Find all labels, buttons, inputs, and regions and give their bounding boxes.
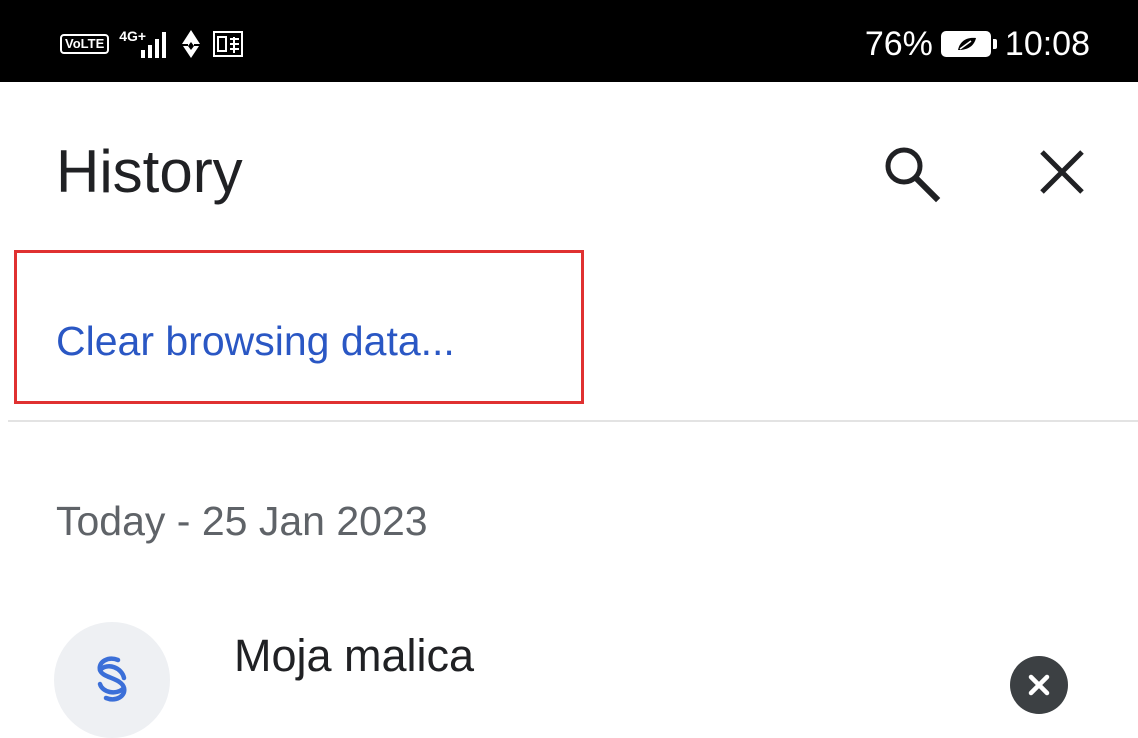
date-header: Today - 25 Jan 2023 [56, 498, 428, 544]
clock: 10:08 [1004, 24, 1090, 63]
history-item[interactable]: Moja malica [0, 600, 1138, 738]
remove-icon [1028, 674, 1050, 696]
status-left: VoLTE 4G+ [60, 24, 244, 64]
volte-icon: VoLTE [60, 34, 110, 54]
close-button[interactable] [1030, 140, 1094, 204]
remove-item-button[interactable] [1010, 656, 1068, 714]
site-favicon-icon [54, 622, 170, 738]
search-icon [885, 147, 941, 203]
page-title: History [56, 138, 243, 205]
app-notification-icon [213, 31, 244, 57]
signal-icon: 4G+ [119, 26, 169, 62]
battery-saver-icon [940, 31, 997, 57]
clear-browsing-data-link[interactable]: Clear browsing data... [56, 316, 455, 366]
battery-percentage: 76% [864, 24, 933, 63]
divider [8, 420, 1138, 422]
search-button[interactable] [878, 140, 942, 204]
close-icon [1040, 150, 1084, 194]
history-item-title[interactable]: Moja malica [234, 628, 474, 684]
status-bar: VoLTE 4G+ 76% 10:08 [0, 0, 1138, 82]
status-right: 76% 10:08 [865, 22, 1090, 66]
data-arrows-icon [182, 30, 201, 58]
